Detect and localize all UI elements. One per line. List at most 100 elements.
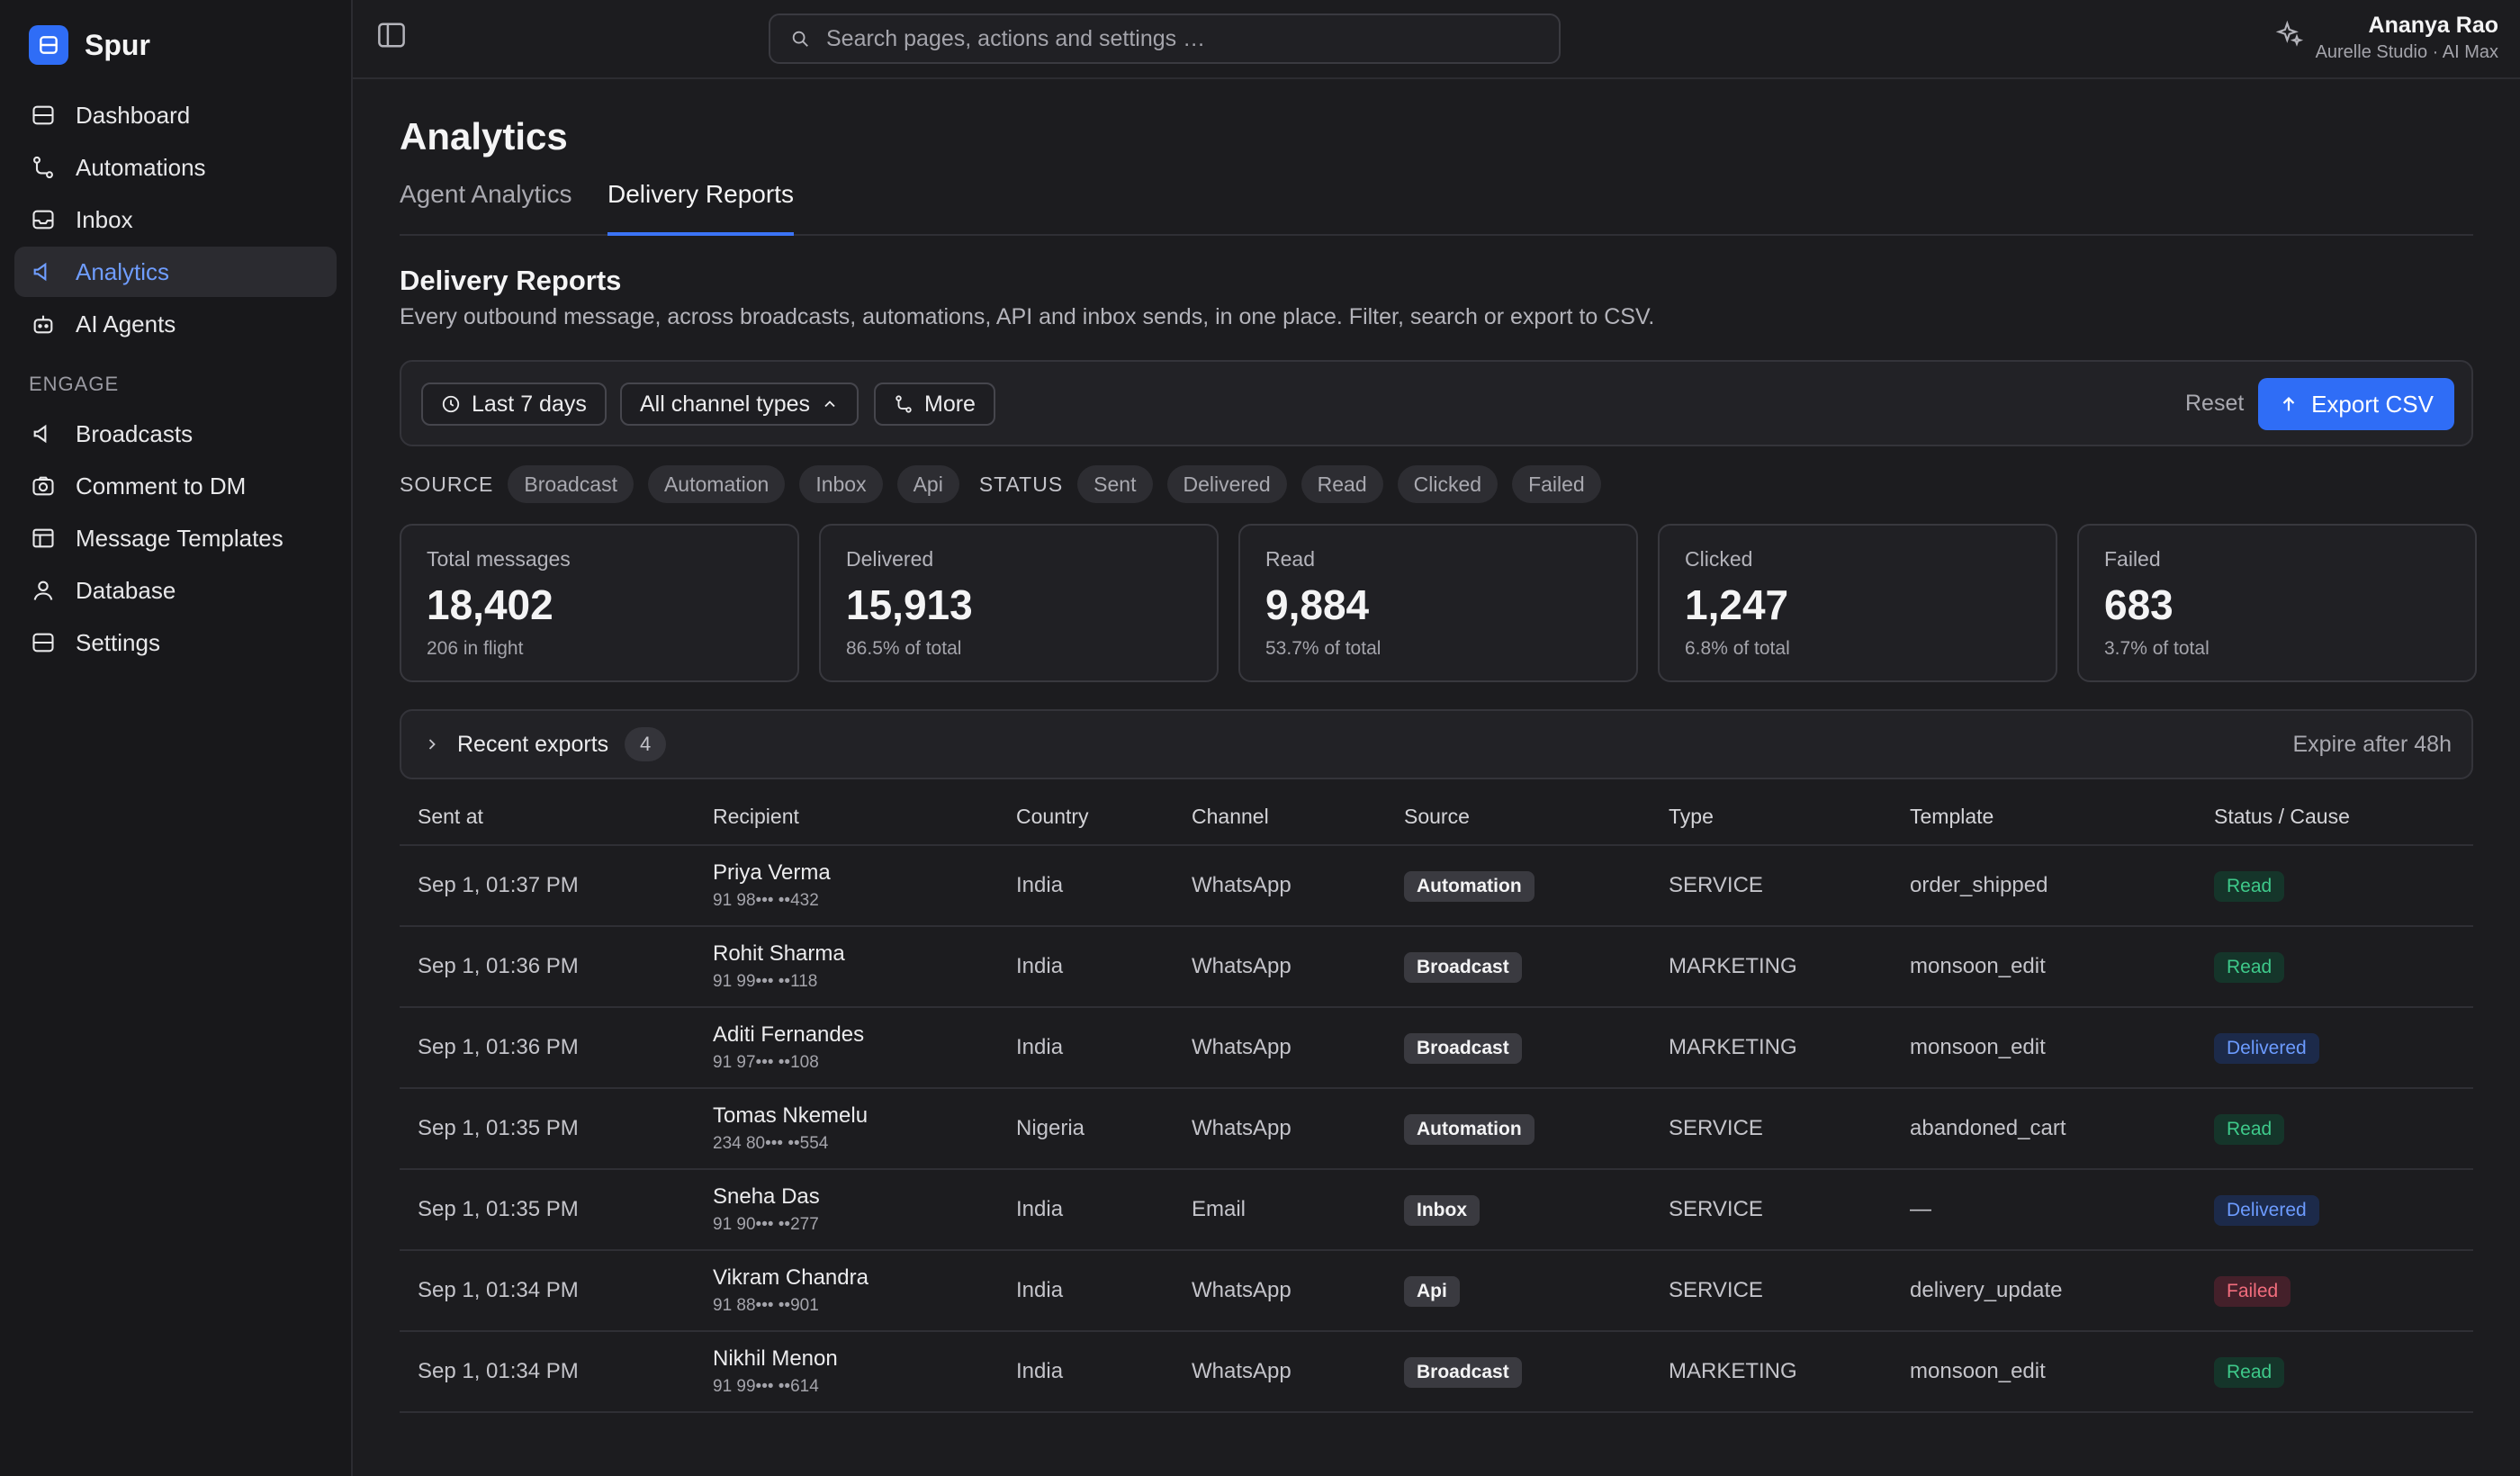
source-chip-automation[interactable]: Automation — [647, 465, 786, 503]
template-cell: delivery_update — [1910, 1278, 2063, 1302]
status-chip-read[interactable]: Read — [1300, 465, 1383, 503]
brand[interactable]: Spur — [29, 25, 150, 65]
column-header-channel[interactable]: Channel — [1192, 805, 1269, 829]
stat-label: Total messages — [427, 547, 571, 571]
filter-chips: SOURCE Broadcast Automation Inbox Api ST… — [400, 464, 1616, 504]
status-chip-sent[interactable]: Sent — [1077, 465, 1153, 503]
country-cell: India — [1016, 1359, 1064, 1383]
clock-icon — [442, 395, 460, 413]
stat-sub: 3.7% of total — [2104, 638, 2210, 659]
channel-type-select[interactable]: All channel types — [620, 382, 860, 426]
status-chip-delivered[interactable]: Delivered — [1166, 465, 1287, 503]
channel-cell: WhatsApp — [1192, 1278, 1292, 1302]
source-badge: Automation — [1404, 1114, 1534, 1145]
country-cell: India — [1016, 954, 1064, 978]
recipient-name: Nikhil Menon — [713, 1346, 838, 1371]
stat-value: 683 — [2104, 581, 2174, 628]
sidebar-item-message-templates[interactable]: Message Templates — [14, 513, 337, 563]
filter-bar: Last 7 days All channel types More Reset… — [400, 360, 2473, 446]
sidebar-item-analytics[interactable]: Analytics — [14, 247, 337, 297]
tab-delivery-reports[interactable]: Delivery Reports — [608, 178, 794, 236]
table-row[interactable]: Sep 1, 01:34 PM Nikhil Menon 91 99••• ••… — [400, 1332, 2473, 1413]
country-cell: India — [1016, 1278, 1064, 1302]
stat-card-read: Read 9,884 53.7% of total — [1238, 524, 1638, 682]
table-row[interactable]: Sep 1, 01:35 PM Sneha Das 91 90••• ••277… — [400, 1170, 2473, 1251]
date-range-button[interactable]: Last 7 days — [421, 382, 607, 426]
column-header-country[interactable]: Country — [1016, 805, 1089, 829]
sent-at-cell: Sep 1, 01:34 PM — [418, 1359, 579, 1383]
sidebar-item-label: Analytics — [76, 257, 170, 285]
chevron-right-icon[interactable] — [423, 735, 441, 753]
sidebar-item-comment-to-dm[interactable]: Comment to DM — [14, 461, 337, 511]
template-cell: monsoon_edit — [1910, 1035, 2046, 1059]
settings-icon — [32, 633, 54, 652]
dashboard-icon — [32, 105, 54, 125]
stat-value: 1,247 — [1685, 581, 1789, 628]
status-chip-clicked[interactable]: Clicked — [1397, 465, 1498, 503]
stat-label: Clicked — [1685, 547, 1753, 571]
sidebar-item-broadcasts[interactable]: Broadcasts — [14, 409, 337, 459]
type-cell: SERVICE — [1669, 1116, 1763, 1140]
recent-exports-expiry: Expire after 48h — [2292, 731, 2452, 757]
column-header-template[interactable]: Template — [1910, 805, 1994, 829]
sidebar-item-dashboard[interactable]: Dashboard — [14, 90, 337, 140]
sidebar-item-automations[interactable]: Automations — [14, 142, 337, 193]
user-icon — [33, 580, 53, 600]
type-cell: SERVICE — [1669, 1278, 1763, 1302]
megaphone-icon — [33, 262, 47, 282]
sidebar-item-inbox[interactable]: Inbox — [14, 194, 337, 245]
table-row[interactable]: Sep 1, 01:36 PM Rohit Sharma 91 99••• ••… — [400, 927, 2473, 1008]
type-cell: SERVICE — [1669, 873, 1763, 897]
column-header-sent-at[interactable]: Sent at — [418, 805, 483, 829]
sidebar-item-database[interactable]: Database — [14, 565, 337, 616]
table-row[interactable]: Sep 1, 01:36 PM Aditi Fernandes 91 97•••… — [400, 1008, 2473, 1089]
more-filters-label: More — [924, 391, 976, 417]
search-input[interactable] — [826, 25, 1528, 52]
sidebar-item-label: Settings — [76, 628, 160, 656]
reset-button[interactable]: Reset — [2185, 391, 2244, 417]
filter-route-icon — [896, 395, 912, 413]
recipient-name: Tomas Nkemelu — [713, 1103, 868, 1128]
user-menu[interactable]: Ananya Rao Aurelle Studio · AI Max — [2316, 13, 2498, 63]
recent-exports-panel[interactable]: Recent exports 4 Expire after 48h — [400, 709, 2473, 779]
source-chip-inbox[interactable]: Inbox — [799, 465, 883, 503]
export-csv-button[interactable]: Export CSV — [2258, 378, 2454, 430]
sidebar-item-ai-agents[interactable]: AI Agents — [14, 299, 337, 349]
source-chip-broadcast[interactable]: Broadcast — [508, 465, 634, 503]
tabs: Agent Analytics Delivery Reports — [400, 178, 2473, 236]
template-cell: abandoned_cart — [1910, 1116, 2066, 1140]
column-header-recipient[interactable]: Recipient — [713, 805, 799, 829]
source-chip-api[interactable]: Api — [896, 465, 959, 503]
user-name: Ananya Rao — [2368, 13, 2498, 38]
delivery-table: Sent at Recipient Country Channel Source… — [400, 787, 2473, 1413]
sidebar-item-settings[interactable]: Settings — [14, 617, 337, 668]
sidebar-section-engage: ENGAGE — [29, 373, 120, 395]
table-row[interactable]: Sep 1, 01:35 PM Tomas Nkemelu 234 80••• … — [400, 1089, 2473, 1170]
sent-at-cell: Sep 1, 01:37 PM — [418, 873, 579, 897]
arrow-up-icon — [2282, 397, 2295, 411]
sparkle-icon[interactable] — [2275, 20, 2304, 49]
tab-agent-analytics[interactable]: Agent Analytics — [400, 178, 572, 236]
stat-sub: 206 in flight — [427, 638, 524, 659]
table-row[interactable]: Sep 1, 01:34 PM Vikram Chandra 91 88••• … — [400, 1251, 2473, 1332]
channel-cell: Email — [1192, 1197, 1246, 1221]
stat-value: 9,884 — [1265, 581, 1370, 628]
recipient-phone: 91 88••• ••901 — [713, 1296, 819, 1315]
status-chip-failed[interactable]: Failed — [1512, 465, 1601, 503]
column-header-type[interactable]: Type — [1669, 805, 1714, 829]
table-row[interactable]: Sep 1, 01:37 PM Priya Verma 91 98••• ••4… — [400, 846, 2473, 927]
brand-logo-icon — [29, 25, 68, 65]
search-bar[interactable] — [769, 14, 1561, 64]
more-filters-button[interactable]: More — [874, 382, 995, 426]
stat-label: Delivered — [846, 547, 934, 571]
sidebar-toggle-icon[interactable] — [376, 22, 407, 49]
megaphone-icon — [33, 424, 47, 444]
column-header-source[interactable]: Source — [1404, 805, 1470, 829]
template-icon — [32, 528, 54, 548]
sidebar-item-label: Inbox — [76, 205, 133, 233]
stat-sub: 53.7% of total — [1265, 638, 1382, 659]
recipient-name: Sneha Das — [713, 1184, 820, 1209]
section-description: Every outbound message, across broadcast… — [400, 304, 1655, 329]
column-header-status[interactable]: Status / Cause — [2214, 805, 2350, 829]
recipient-phone: 234 80••• ••554 — [713, 1134, 829, 1153]
